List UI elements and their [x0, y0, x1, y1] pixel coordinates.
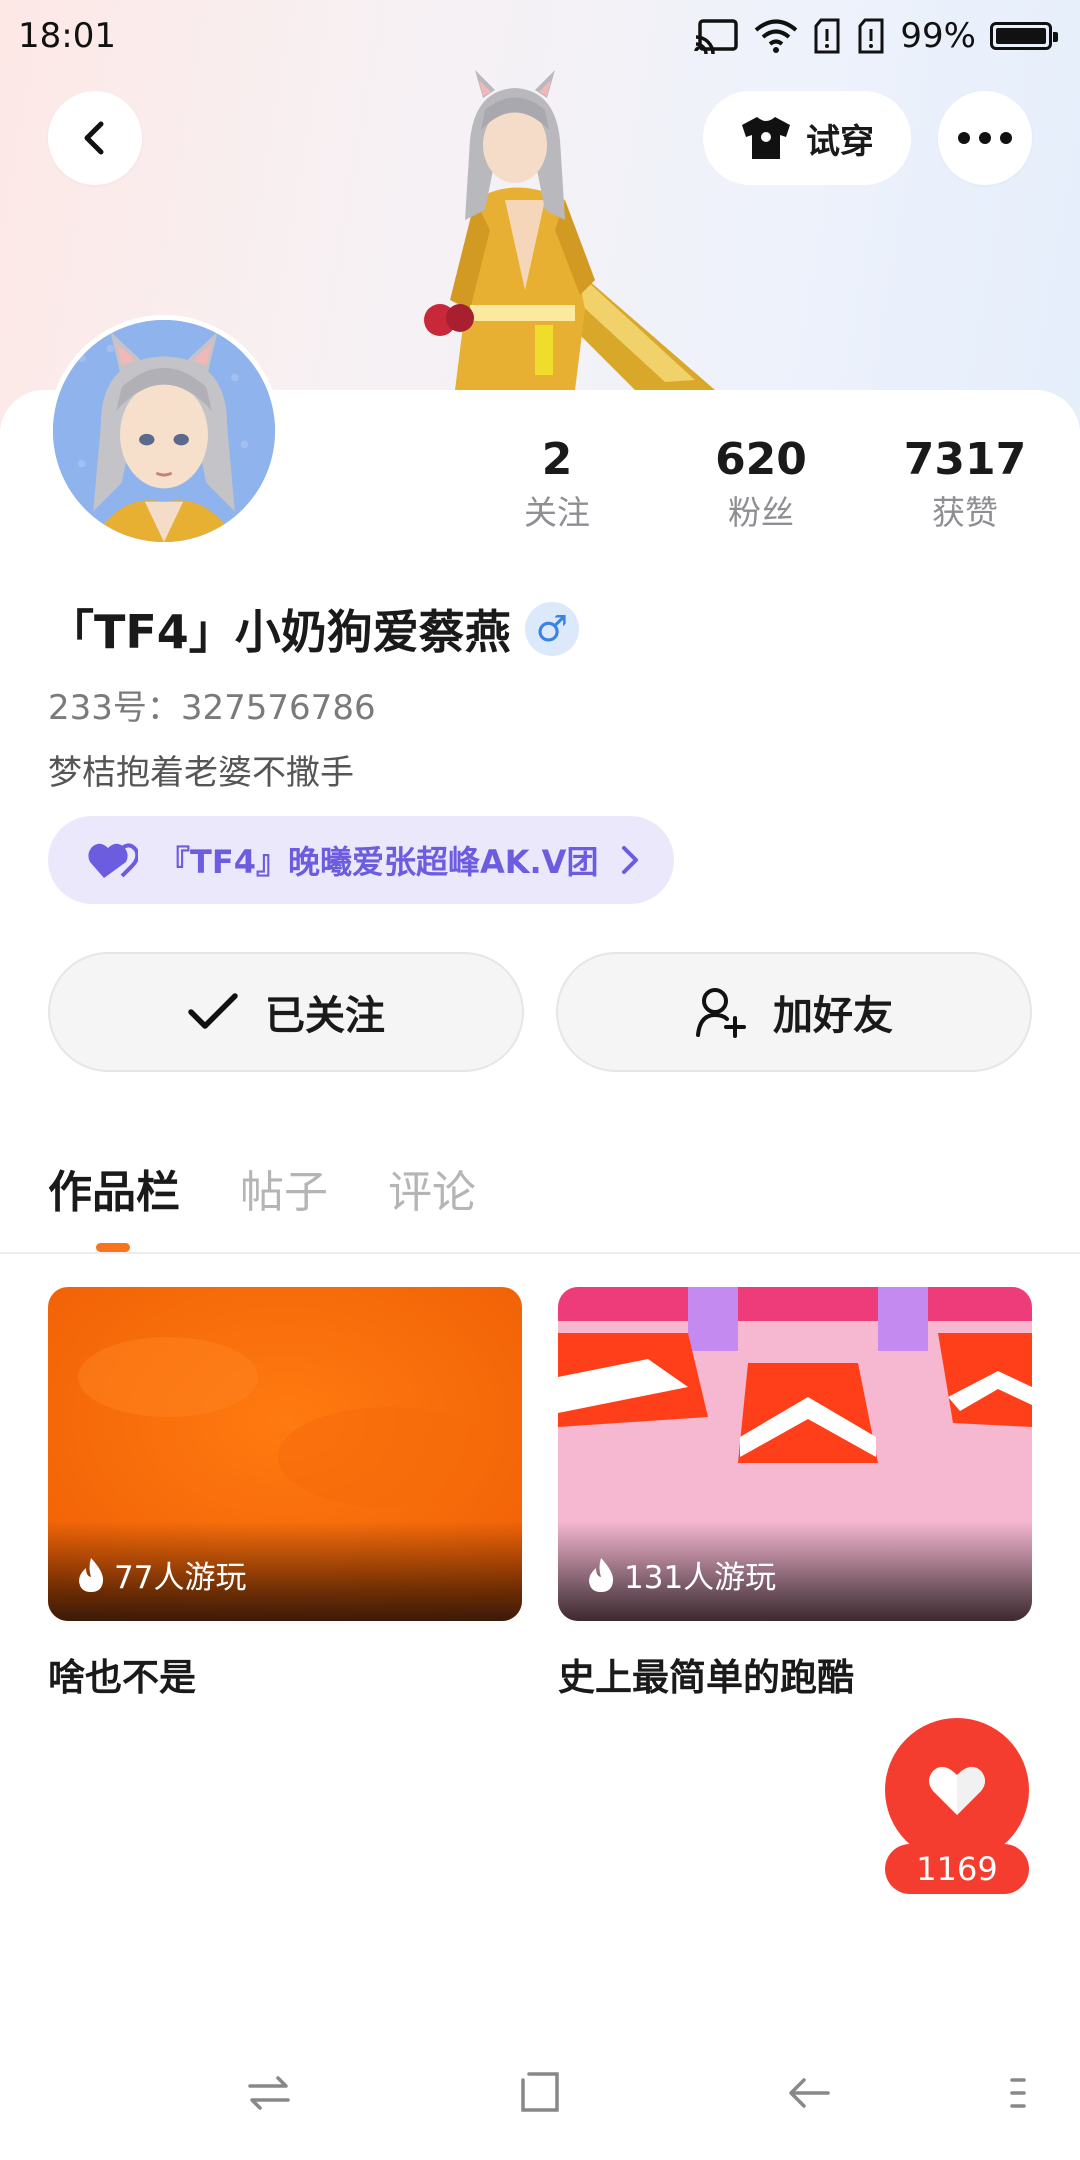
back-button[interactable]	[48, 91, 142, 185]
heart-icon	[929, 1766, 985, 1815]
system-nav-bar	[0, 2040, 1080, 2160]
add-user-icon	[696, 988, 746, 1038]
play-count-label: 77人游玩	[114, 1560, 247, 1596]
work-title: 啥也不是	[48, 1656, 196, 1699]
active-tab-indicator	[96, 1243, 130, 1252]
followed-label: 已关注	[265, 993, 385, 1039]
sim-alert-icon	[858, 18, 884, 54]
status-icons: 99%	[694, 16, 1058, 56]
stat-value: 2	[541, 434, 573, 485]
tab-works[interactable]: 作品栏	[48, 1156, 180, 1220]
battery-icon	[990, 22, 1058, 50]
tab-posts[interactable]: 帖子	[240, 1156, 328, 1220]
shirt-icon	[742, 117, 790, 159]
like-button[interactable]	[885, 1718, 1029, 1862]
play-count-label: 131人游玩	[624, 1560, 777, 1596]
flame-icon	[589, 1557, 614, 1592]
work-thumbnail: 131人游玩	[558, 1287, 1032, 1621]
stat-value: 7317	[903, 434, 1027, 485]
work-card[interactable]: 131人游玩 史上最简单的跑酷	[558, 1287, 1032, 1701]
work-card[interactable]: 77人游玩 啥也不是	[48, 1287, 522, 1701]
wifi-icon	[755, 19, 798, 53]
sim-alert-icon	[814, 18, 840, 54]
followed-button[interactable]: 已关注	[48, 952, 524, 1072]
group-badge[interactable]: 『TF4』晚曦爱张超峰AK.V团	[48, 816, 674, 904]
switch-apps-icon[interactable]	[246, 2070, 292, 2116]
gender-symbol: ♂	[535, 608, 568, 650]
content-tabs: 作品栏 帖子 评论	[48, 1156, 476, 1220]
username-row: 「TF4」小奶狗爱蔡燕 ♂	[48, 596, 579, 662]
try-on-button[interactable]: 试穿	[703, 91, 911, 185]
male-gender-icon: ♂	[524, 602, 579, 656]
stat-following[interactable]: 2 关注	[467, 432, 647, 538]
user-id: 233号：327576786	[48, 688, 376, 728]
home-square-icon[interactable]	[517, 2070, 563, 2116]
try-on-label: 试穿	[806, 121, 874, 162]
menu-lines-icon[interactable]	[1010, 2070, 1030, 2116]
group-label: 『TF4』晚曦爱张超峰AK.V团	[158, 843, 599, 881]
status-time: 18:01	[18, 16, 116, 56]
tab-divider	[0, 1252, 1080, 1254]
like-count: 1169	[885, 1844, 1029, 1894]
profile-stats: 2 关注 620 粉丝 7317 获赞	[0, 432, 1080, 552]
play-count: 77人游玩	[76, 1552, 246, 1597]
character-avatar-art	[424, 70, 715, 390]
work-thumbnail: 77人游玩	[48, 1287, 522, 1621]
chevron-left-icon	[84, 121, 104, 155]
status-bar: 18:01 99%	[0, 0, 1080, 72]
stat-value: 620	[715, 434, 807, 485]
battery-fill	[996, 28, 1046, 44]
more-dots-icon	[958, 132, 1012, 144]
add-friend-label: 加好友	[773, 993, 893, 1039]
user-bio: 梦桔抱着老婆不撒手	[48, 753, 354, 793]
play-count: 131人游玩	[586, 1552, 776, 1597]
stat-followers[interactable]: 620 粉丝	[671, 432, 851, 538]
flame-icon	[79, 1557, 104, 1592]
add-friend-button[interactable]: 加好友	[556, 952, 1032, 1072]
cast-icon	[694, 19, 739, 54]
stat-label: 粉丝	[728, 493, 794, 532]
battery-percent: 99%	[900, 16, 976, 56]
stat-label: 获赞	[932, 493, 998, 532]
stat-likes[interactable]: 7317 获赞	[875, 432, 1055, 538]
heart-group-icon	[88, 843, 138, 878]
work-title: 史上最简单的跑酷	[558, 1656, 854, 1699]
username: 「TF4」小奶狗爱蔡燕	[48, 605, 511, 659]
tab-comments[interactable]: 评论	[388, 1156, 476, 1220]
back-arrow-icon[interactable]	[786, 2070, 832, 2116]
stat-label: 关注	[524, 493, 590, 532]
checkmark-icon	[188, 993, 238, 1029]
more-button[interactable]	[938, 91, 1032, 185]
chevron-right-icon	[622, 846, 638, 874]
